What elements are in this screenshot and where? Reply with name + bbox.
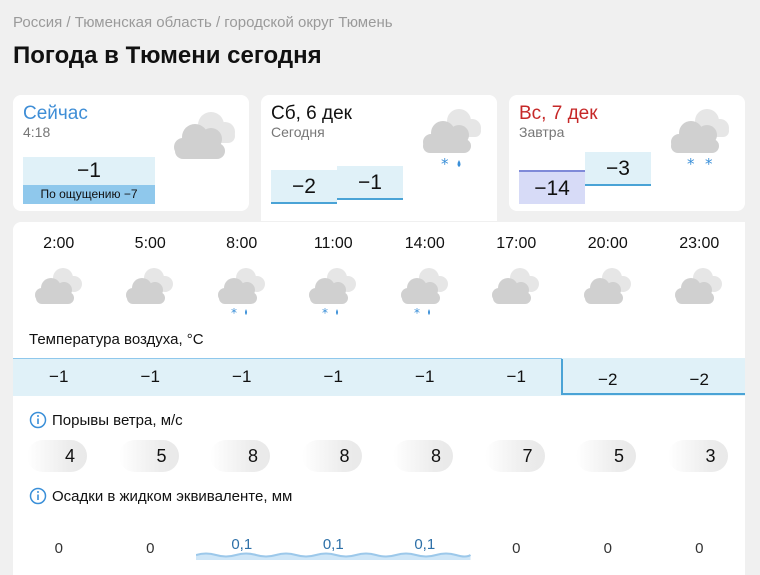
hour-label: 8:00 [226, 235, 258, 252]
temp-value: −1 [140, 367, 160, 386]
temperature-section-title: Температура воздуха, °C [29, 331, 204, 348]
hour-label: 23:00 [679, 235, 720, 252]
temp-value: −2 [598, 370, 618, 389]
precip-value: 0,1 [322, 536, 344, 553]
precip-value: 0 [603, 540, 612, 557]
wind-value: 3 [667, 440, 728, 472]
tomorrow-max-temp: −3 [585, 152, 651, 186]
wind-value: 5 [576, 440, 636, 472]
svg-text:*: * [705, 155, 713, 173]
cloudy-icon [174, 112, 235, 159]
tomorrow-title: Вс, 7 дек [519, 103, 598, 124]
hour-label: 20:00 [587, 235, 628, 252]
svg-text:*: * [414, 306, 420, 318]
precip-value: 0,1 [414, 536, 436, 553]
svg-text:*: * [441, 155, 449, 173]
today-title: Сб, 6 дек [271, 103, 352, 124]
svg-text:*: * [231, 306, 237, 318]
precip-value: 0 [695, 540, 704, 557]
hour-label: 11:00 [313, 235, 353, 252]
cloudy-snow-icon: * * [671, 109, 729, 173]
hour-label: 2:00 [43, 235, 75, 252]
svg-text:*: * [322, 306, 328, 318]
page-title: Погода в Тюмени сегодня [13, 42, 322, 69]
wind-value: 5 [118, 440, 179, 472]
cloudy-icon [126, 268, 174, 304]
cloudy-snow-rain-icon: * [423, 109, 481, 173]
wind-value: 8 [393, 440, 453, 472]
temp-value: −1 [415, 367, 435, 386]
cloudy-icon [583, 268, 631, 304]
precip-value: 0 [512, 540, 521, 557]
hourly-forecast-panel: 2:00 5:00 8:00 11:00 14:00 17:00 20:00 2… [13, 222, 745, 575]
feels-like-value: По ощущению −7 [23, 185, 155, 204]
wind-value: 7 [484, 440, 545, 472]
breadcrumb[interactable]: Россия / Тюменская область / городской о… [13, 14, 393, 31]
temp-value: −1 [506, 367, 526, 386]
precip-value: 0 [54, 540, 63, 557]
today-subtitle: Сегодня [271, 124, 325, 140]
now-title: Сейчас [23, 103, 88, 124]
today-card[interactable]: Сб, 6 дек Сегодня * −2 −1 [261, 95, 497, 221]
temp-value: −1 [323, 367, 343, 386]
precip-value: 0,1 [231, 536, 253, 553]
today-max-temp: −1 [337, 166, 403, 200]
hour-label: 5:00 [134, 235, 166, 252]
today-min-temp: −2 [271, 170, 337, 204]
cloudy-snow-rain-icon: * [400, 268, 448, 318]
wind-value: 8 [210, 440, 270, 472]
wind-section-title: Порывы ветра, м/с [52, 412, 183, 429]
precip-value: 0 [146, 540, 155, 557]
temp-value: −2 [689, 370, 709, 389]
tomorrow-subtitle: Завтра [519, 124, 565, 140]
cloudy-snow-rain-icon: * [309, 268, 357, 318]
cloudy-icon [34, 268, 82, 304]
cloudy-icon [675, 268, 723, 304]
tomorrow-card[interactable]: Вс, 7 дек Завтра * * −14 −3 [509, 95, 745, 211]
hour-label: 14:00 [404, 235, 445, 252]
info-icon[interactable] [29, 487, 47, 505]
wind-value: 4 [27, 440, 87, 472]
wind-value: 8 [301, 440, 362, 472]
precip-section-title: Осадки в жидком эквиваленте, мм [52, 488, 293, 505]
svg-text:*: * [687, 155, 695, 173]
now-time: 4:18 [23, 124, 51, 140]
tomorrow-min-temp: −14 [519, 170, 585, 204]
hour-label: 17:00 [496, 235, 537, 252]
temp-value: −1 [232, 367, 252, 386]
current-weather-card[interactable]: Сейчас 4:18 −1 По ощущению −7 [13, 95, 249, 211]
cloudy-icon [492, 268, 540, 304]
temp-value: −1 [49, 367, 69, 386]
now-temperature: −1 [23, 157, 155, 185]
cloudy-snow-rain-icon: * [217, 268, 265, 318]
info-icon[interactable] [29, 411, 47, 429]
